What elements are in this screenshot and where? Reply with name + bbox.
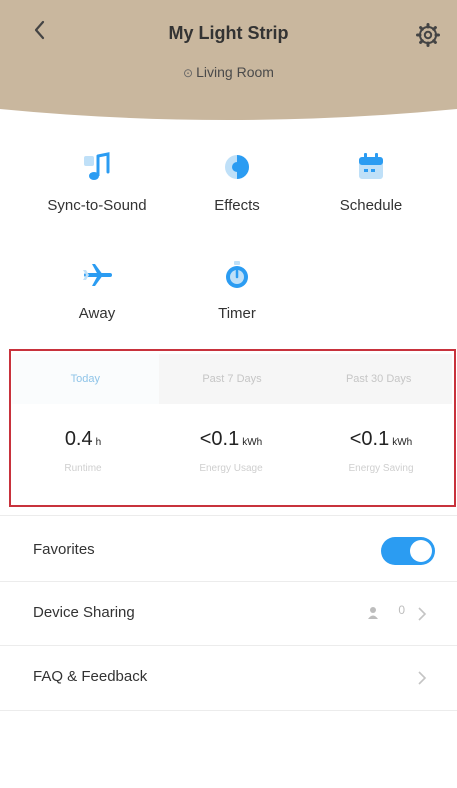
runtime-unit: h	[95, 437, 102, 448]
timer-button[interactable]: Timer	[167, 258, 307, 322]
timer-icon	[226, 261, 248, 288]
energy-saving-stat: <0.1 kWh Energy Saving	[311, 428, 451, 474]
energy-saving-value: <0.1	[349, 428, 390, 450]
runtime-value: 0.4	[64, 428, 93, 450]
divider	[0, 710, 457, 711]
faq-feedback-row[interactable]: FAQ & Feedback	[0, 648, 457, 708]
music-note-icon	[84, 152, 110, 180]
device-sharing-label: Device Sharing	[33, 604, 135, 621]
away-button[interactable]: Away	[27, 258, 167, 322]
header-curve	[0, 95, 457, 135]
energy-usage-value: <0.1	[199, 428, 240, 450]
tab-past-30-days[interactable]: Past 30 Days	[305, 354, 453, 404]
divider	[0, 581, 457, 582]
chevron-right-icon	[418, 671, 427, 685]
settings-button[interactable]	[415, 22, 441, 48]
location-label: ⊙ Living Room	[0, 64, 457, 80]
timer-label: Timer	[218, 305, 256, 322]
sharing-count: 0	[398, 603, 405, 617]
runtime-caption: Runtime	[64, 463, 102, 474]
effects-icon	[225, 155, 249, 179]
divider	[0, 515, 457, 516]
runtime-stat: 0.4 h Runtime	[13, 428, 153, 474]
tab-today[interactable]: Today	[12, 354, 159, 404]
divider	[0, 645, 457, 646]
sync-to-sound-button[interactable]: Sync-to-Sound	[27, 150, 167, 214]
airplane-icon	[83, 264, 112, 286]
favorites-row: Favorites	[0, 521, 457, 581]
energy-usage-stat: <0.1 kWh Energy Usage	[161, 428, 301, 474]
energy-usage-unit: kWh	[242, 437, 263, 448]
energy-saving-unit: kWh	[392, 437, 413, 448]
schedule-button[interactable]: Schedule	[301, 150, 441, 214]
favorites-toggle[interactable]	[381, 537, 435, 565]
sync-to-sound-label: Sync-to-Sound	[47, 197, 147, 214]
calendar-icon	[359, 153, 383, 179]
energy-usage-caption: Energy Usage	[199, 463, 263, 474]
away-label: Away	[78, 305, 116, 322]
device-sharing-row[interactable]: Device Sharing 0	[0, 584, 457, 644]
location-pin-icon: ⊙	[183, 66, 194, 80]
effects-label: Effects	[214, 197, 260, 214]
favorites-label: Favorites	[33, 541, 95, 558]
tab-past-7-days[interactable]: Past 7 Days	[158, 354, 306, 404]
page-title: My Light Strip	[168, 23, 289, 43]
energy-saving-caption: Energy Saving	[348, 463, 414, 474]
energy-period-tabs: Today Past 7 Days Past 30 Days	[12, 354, 453, 404]
toggle-knob	[410, 540, 432, 562]
chevron-right-icon	[418, 607, 427, 621]
schedule-label: Schedule	[339, 197, 403, 214]
faq-feedback-label: FAQ & Feedback	[33, 668, 148, 685]
location-text: Living Room	[196, 64, 274, 80]
effects-button[interactable]: Effects	[167, 150, 307, 214]
gear-icon	[416, 23, 440, 47]
person-icon	[368, 607, 378, 619]
